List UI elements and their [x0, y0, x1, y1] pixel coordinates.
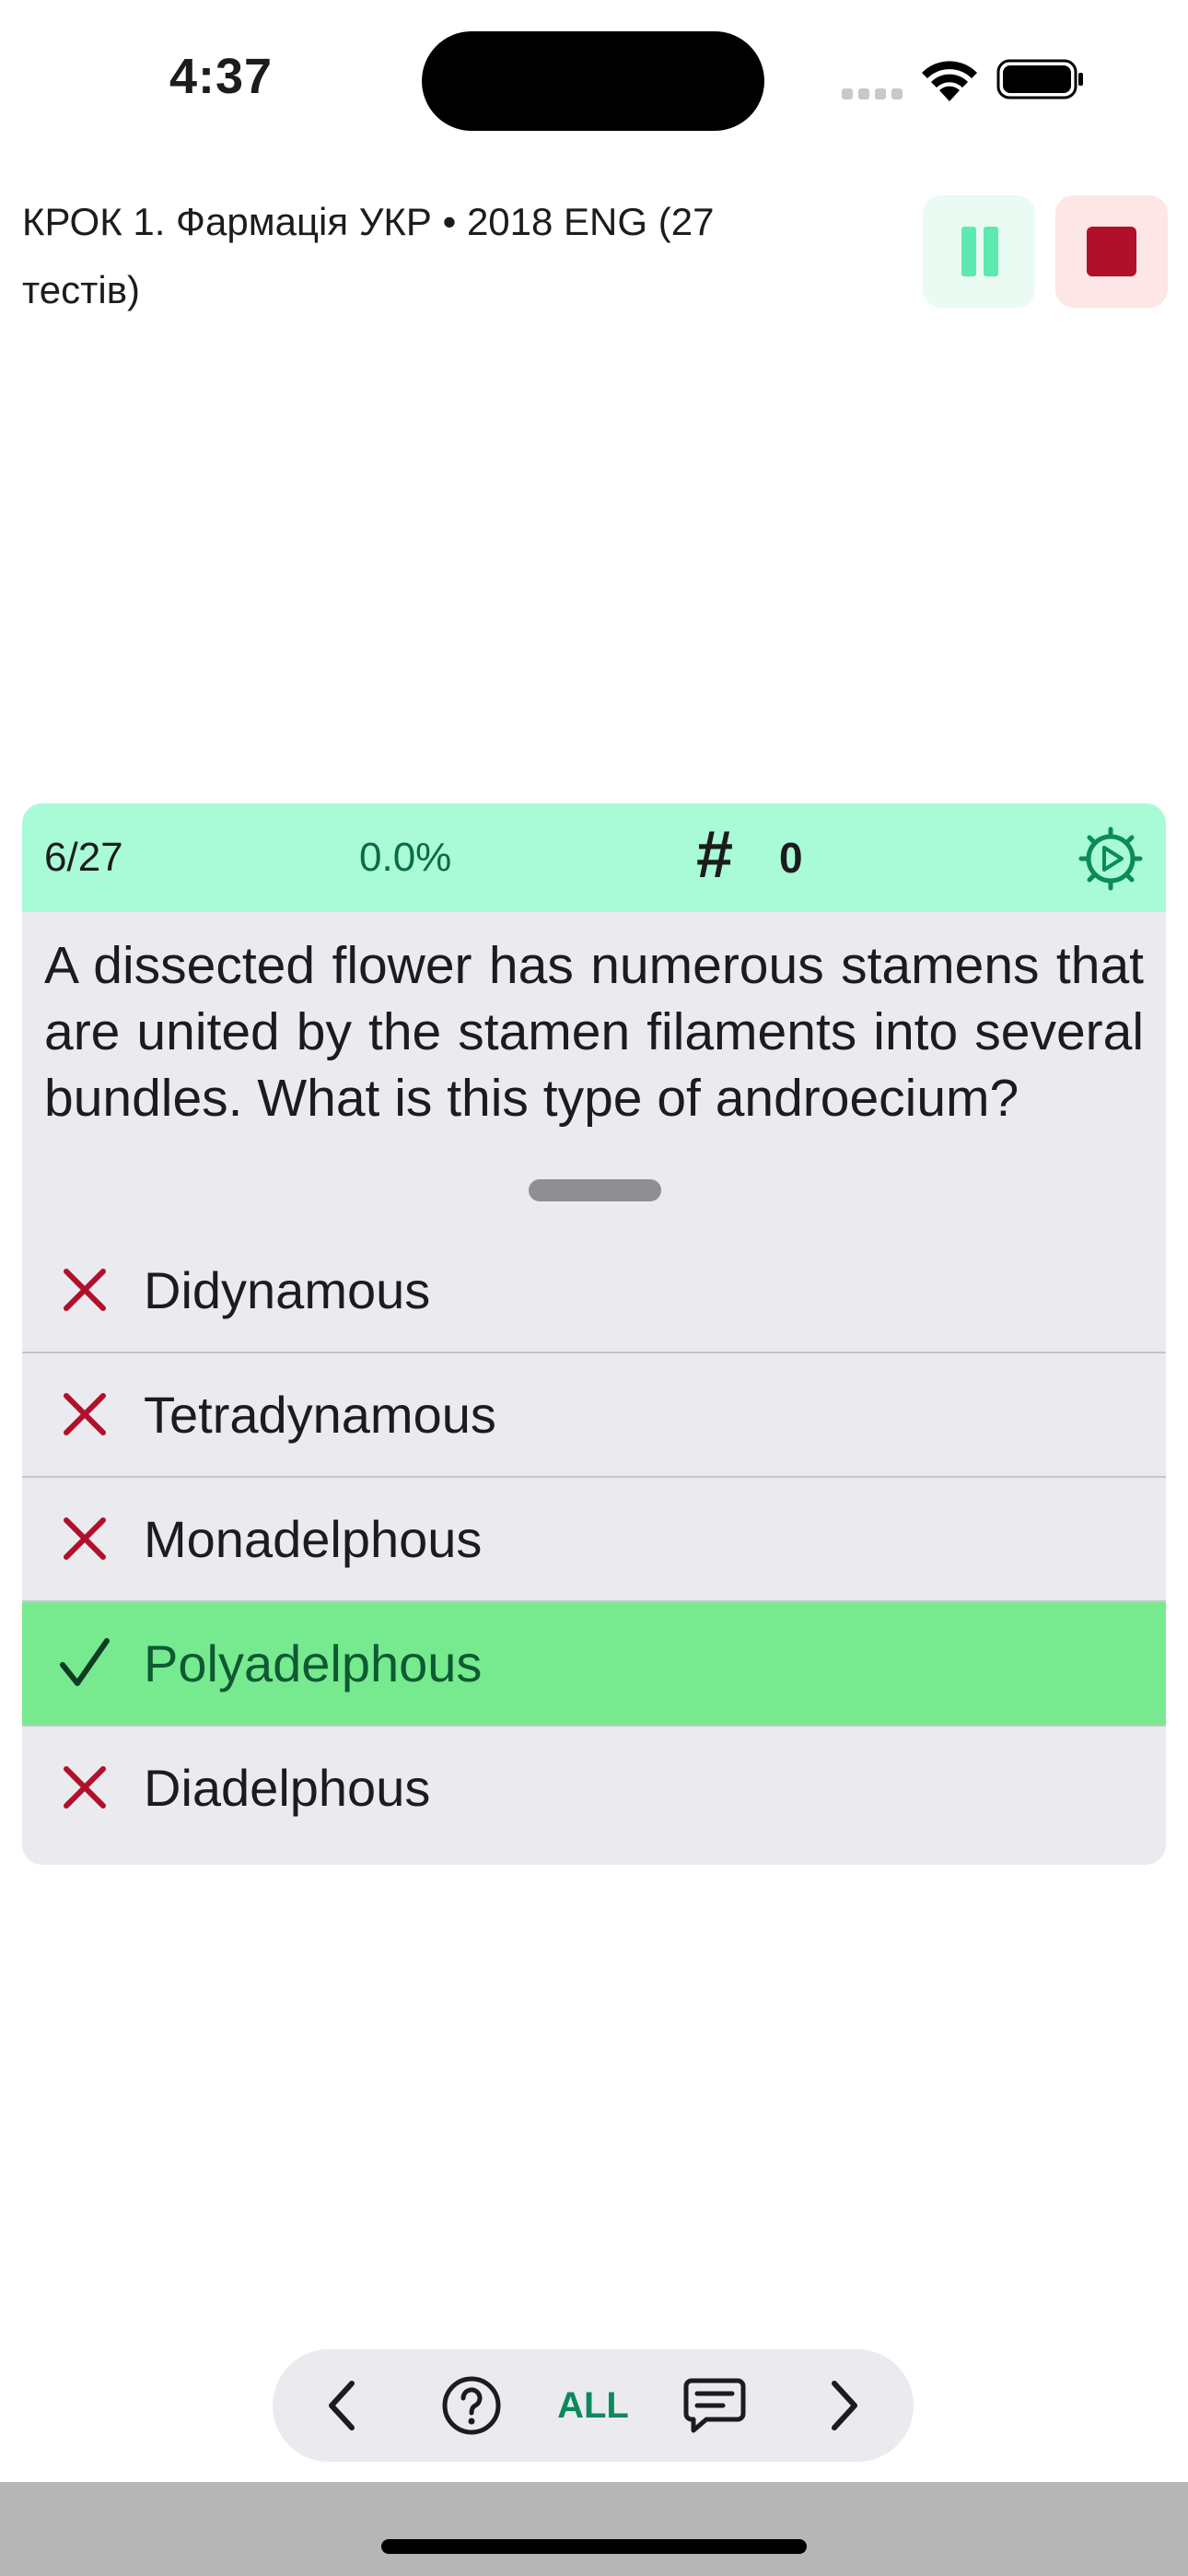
chevron-left-icon: [329, 2381, 355, 2430]
answer-option[interactable]: Diadelphous: [22, 1727, 1166, 1851]
test-title: КРОК 1. Фармація УКР • 2018 ENG (27 тест…: [22, 200, 715, 311]
x-icon: [64, 1766, 106, 1809]
answer-label: Tetradynamous: [144, 1386, 496, 1444]
x-icon: [64, 1393, 106, 1435]
card-stats-bar: 6/27 0.0% # 0: [22, 803, 1166, 912]
answer-label: Didynamous: [144, 1261, 431, 1319]
score-percent: 0.0%: [359, 835, 452, 880]
home-indicator-area: [0, 2482, 1188, 2576]
stop-icon: [1087, 227, 1136, 276]
dynamic-island: [422, 31, 764, 131]
bottom-nav: ALL: [273, 2349, 914, 2462]
answer-option[interactable]: Monadelphous: [22, 1478, 1166, 1602]
question-progress: 6/27: [44, 835, 123, 880]
answer-option[interactable]: Tetradynamous: [22, 1353, 1166, 1478]
next-button[interactable]: [796, 2349, 891, 2462]
previous-button[interactable]: [295, 2349, 390, 2462]
pause-icon: [961, 227, 976, 276]
comment-icon: [683, 2378, 746, 2433]
answer-label: Monadelphous: [144, 1510, 483, 1568]
help-icon: [442, 2376, 501, 2435]
chevron-right-icon: [832, 2381, 857, 2430]
answer-label: Diadelphous: [144, 1759, 431, 1817]
check-icon: [60, 1638, 110, 1686]
drag-handle[interactable]: [529, 1179, 661, 1201]
battery-icon: [996, 59, 1083, 100]
status-time: 4:37: [169, 49, 274, 104]
x-icon: [64, 1269, 106, 1311]
settings-gear-icon[interactable]: [1077, 825, 1144, 892]
answer-option-correct[interactable]: Polyadelphous: [22, 1602, 1166, 1727]
cellular-signal-icon: [842, 79, 904, 100]
comments-button[interactable]: [667, 2349, 763, 2462]
question-text: A dissected flower has numerous stamens …: [44, 936, 1144, 1128]
pause-icon-bar: [984, 227, 998, 276]
answer-label: Polyadelphous: [144, 1634, 483, 1692]
pause-button[interactable]: [923, 195, 1035, 308]
home-indicator[interactable]: [381, 2539, 807, 2554]
question-card: 6/27 0.0% # 0 A dissected flower has num…: [22, 803, 1166, 1865]
x-icon: [64, 1517, 106, 1560]
help-button[interactable]: [424, 2349, 519, 2462]
hash-icon: #: [696, 818, 734, 892]
wifi-icon: [922, 61, 977, 101]
stop-button[interactable]: [1055, 195, 1168, 308]
all-questions-button[interactable]: ALL: [549, 2349, 637, 2462]
hash-count: 0: [779, 834, 803, 882]
answer-option[interactable]: Didynamous: [22, 1229, 1166, 1353]
answer-list: Didynamous Tetradynamous Monadelphous Po…: [22, 1229, 1166, 1851]
